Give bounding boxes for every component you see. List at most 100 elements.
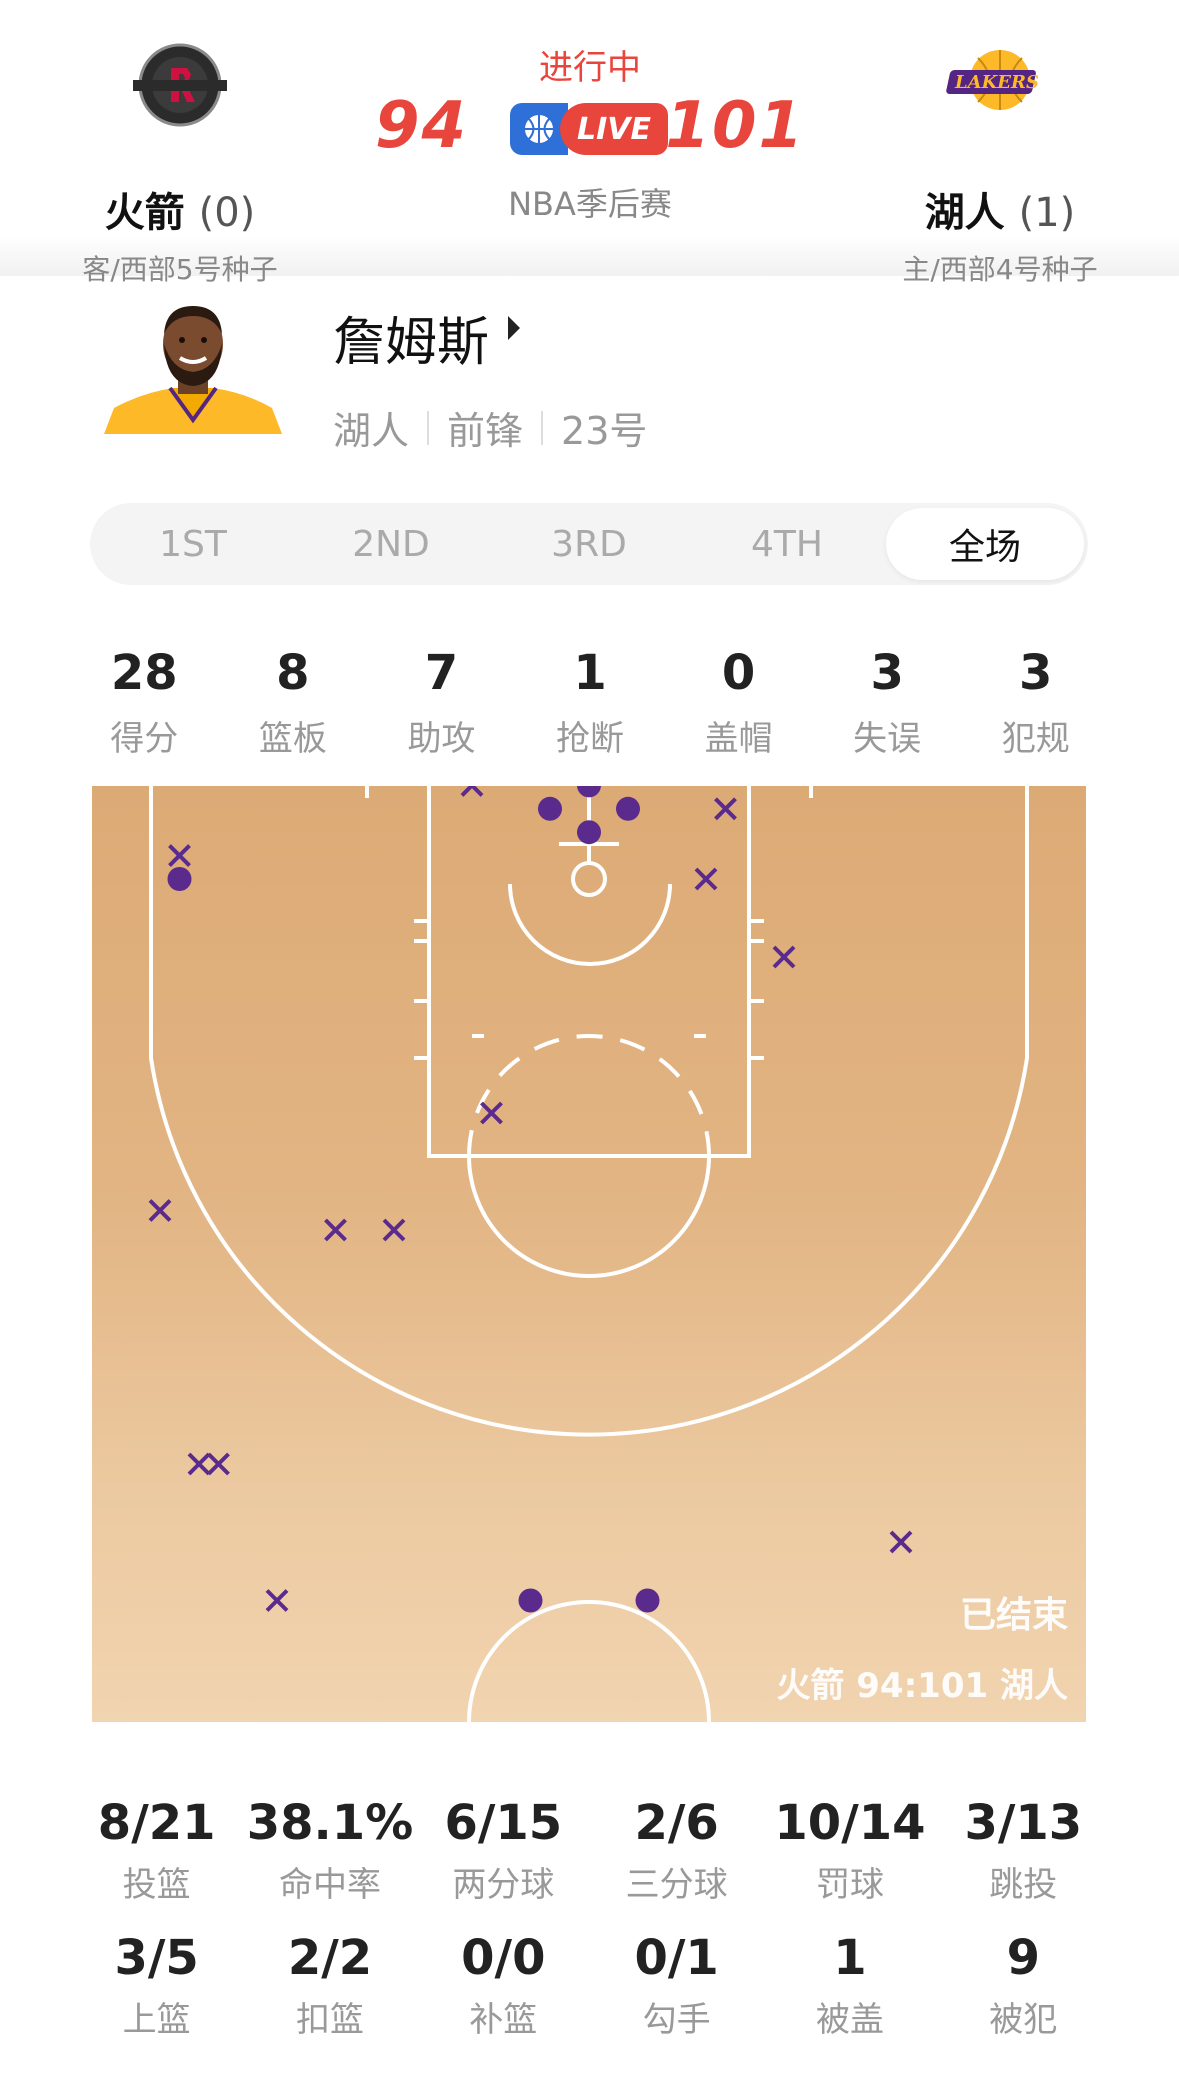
stat-label: 扣篮 (295, 2000, 364, 2040)
stat-label: 被盖 (815, 2000, 884, 2040)
home-team-name: 湖人 (1) (924, 190, 1076, 236)
stat-value: 3/5 (114, 1930, 199, 1986)
stat-label: 命中率 (278, 1865, 381, 1905)
away-team-seed: 客/西部5号种子 (82, 253, 278, 286)
missed-shot-marker (889, 1530, 913, 1554)
stat-dunk: 2/2 扣篮 (243, 1930, 416, 2041)
tab-1st[interactable]: 1ST (94, 508, 292, 580)
stat-value: 10/14 (774, 1795, 926, 1851)
home-team-seed: 主/西部4号种子 (902, 253, 1098, 286)
court-lines (148, 786, 1029, 1722)
missed-shot-marker (694, 867, 718, 891)
score-center: 进行中 94 LIVE 101 NBA季后赛 (340, 40, 840, 225)
stat-fg: 8/21 投篮 (70, 1795, 243, 1906)
svg-text:LAKERS: LAKERS (954, 72, 1039, 93)
stat-value: 3 (1019, 645, 1053, 701)
player-position: 前锋 (447, 409, 524, 453)
stat-hook: 0/1 勾手 (590, 1930, 763, 2041)
missed-shot-marker (382, 1218, 406, 1242)
made-shot-marker (538, 796, 562, 821)
stat-label: 三分球 (625, 1865, 728, 1905)
player-name[interactable]: 詹姆斯 (333, 300, 489, 375)
stat-label: 被犯 (989, 2000, 1058, 2040)
stat-label: 跳投 (989, 1865, 1058, 1905)
stat-fouled: 9 被犯 (937, 1930, 1110, 2041)
rockets-logo-icon (133, 43, 227, 127)
stat-jumpshot: 3/13 跳投 (937, 1795, 1110, 1906)
divider (427, 410, 430, 445)
missed-shot-marker (265, 1589, 289, 1612)
stat-fouls: 3 犯规 (961, 645, 1110, 760)
missed-shot-marker (187, 1452, 211, 1476)
shot-markers (148, 786, 913, 1613)
tab-3rd[interactable]: 3RD (490, 508, 688, 580)
stat-value: 1 (833, 1930, 867, 1986)
three-point-line (149, 786, 1029, 1437)
center-circle (467, 1600, 711, 1722)
stat-label: 补篮 (469, 2000, 538, 2040)
missed-shot-marker (714, 797, 737, 821)
away-team[interactable]: 火箭 (0) 客/西部5号种子 (20, 40, 340, 288)
made-shot-marker (577, 820, 601, 845)
player-team: 湖人 (333, 409, 410, 453)
away-team-name: 火箭 (0) (104, 190, 256, 236)
stat-layup: 3/5 上篮 (70, 1930, 243, 2041)
home-score: 101 (665, 89, 805, 163)
stat-label: 得分 (110, 719, 179, 759)
game-status: 进行中 (539, 48, 641, 88)
period-tabs: 1ST 2ND 3RD 4TH 全场 (90, 503, 1088, 585)
stat-points: 28 得分 (70, 645, 219, 760)
missed-shot-marker (460, 786, 484, 797)
stat-label: 勾手 (642, 2000, 711, 2040)
shooting-stats: 8/21 投篮 38.1% 命中率 6/15 两分球 2/6 三分球 10/14 罚球 3… (70, 1795, 1110, 1906)
live-badge[interactable]: LIVE (510, 103, 668, 155)
live-label: LIVE (560, 103, 668, 155)
stat-label: 助攻 (407, 719, 476, 759)
stat-label: 上篮 (122, 2000, 191, 2040)
stat-value: 38.1% (246, 1795, 414, 1851)
player-number: 23号 (561, 409, 648, 453)
stat-fg-pct: 38.1% 命中率 (243, 1795, 416, 1906)
missed-shot-marker (480, 1101, 503, 1125)
stat-value: 8 (276, 645, 310, 701)
stat-label: 犯规 (1001, 719, 1070, 759)
away-score: 94 (375, 89, 469, 163)
stat-2pt: 6/15 两分球 (417, 1795, 590, 1906)
stat-steals: 1 抢断 (516, 645, 665, 760)
stat-value: 6/15 (444, 1795, 563, 1851)
tab-2nd[interactable]: 2ND (292, 508, 490, 580)
tab-4th[interactable]: 4TH (688, 508, 886, 580)
stat-blocks: 0 盖帽 (664, 645, 813, 760)
stat-label: 罚球 (815, 1865, 884, 1905)
stat-value: 7 (424, 645, 459, 701)
stat-label: 抢断 (556, 719, 625, 759)
stat-value: 28 (110, 645, 178, 701)
made-shot-marker (518, 1588, 543, 1613)
player-avatar[interactable] (104, 300, 282, 434)
stat-value: 9 (1006, 1930, 1040, 1986)
game-header: 火箭 (0) 客/西部5号种子 进行中 94 LIVE 101 NBA季后赛 L… (0, 0, 1179, 286)
chevron-right-icon[interactable] (508, 316, 520, 340)
stat-value: 0/0 (461, 1930, 546, 1986)
stat-blocked: 1 被盖 (763, 1930, 936, 2041)
stat-label: 两分球 (452, 1865, 555, 1905)
home-team[interactable]: LAKERS 湖人 (1) 主/西部4号种子 (840, 40, 1160, 288)
rim (571, 861, 607, 897)
stat-label: 篮板 (258, 719, 327, 759)
divider (541, 410, 544, 445)
stat-value: 2/6 (634, 1795, 719, 1851)
made-shot-marker (635, 1588, 660, 1613)
player-meta: 湖人 前锋 23号 (333, 400, 647, 455)
stat-3pt: 2/6 三分球 (590, 1795, 763, 1906)
stat-value: 2/2 (287, 1930, 373, 1986)
stat-value: 3/13 (964, 1795, 1083, 1851)
stat-rebounds: 8 篮板 (219, 645, 368, 760)
tab-full-game[interactable]: 全场 (886, 508, 1084, 580)
stat-value: 0/1 (634, 1930, 719, 1986)
summary-stats: 28 得分 8 篮板 7 助攻 1 抢断 0 盖帽 3 失误 3 犯规 (70, 645, 1110, 760)
lakers-logo-icon: LAKERS (946, 50, 1039, 110)
shot-type-stats: 3/5 上篮 2/2 扣篮 0/0 补篮 0/1 勾手 1 被盖 9 被犯 (70, 1930, 1110, 2041)
stat-value: 8/21 (97, 1795, 216, 1851)
made-shot-marker (167, 867, 192, 891)
missed-shot-marker (324, 1218, 347, 1242)
